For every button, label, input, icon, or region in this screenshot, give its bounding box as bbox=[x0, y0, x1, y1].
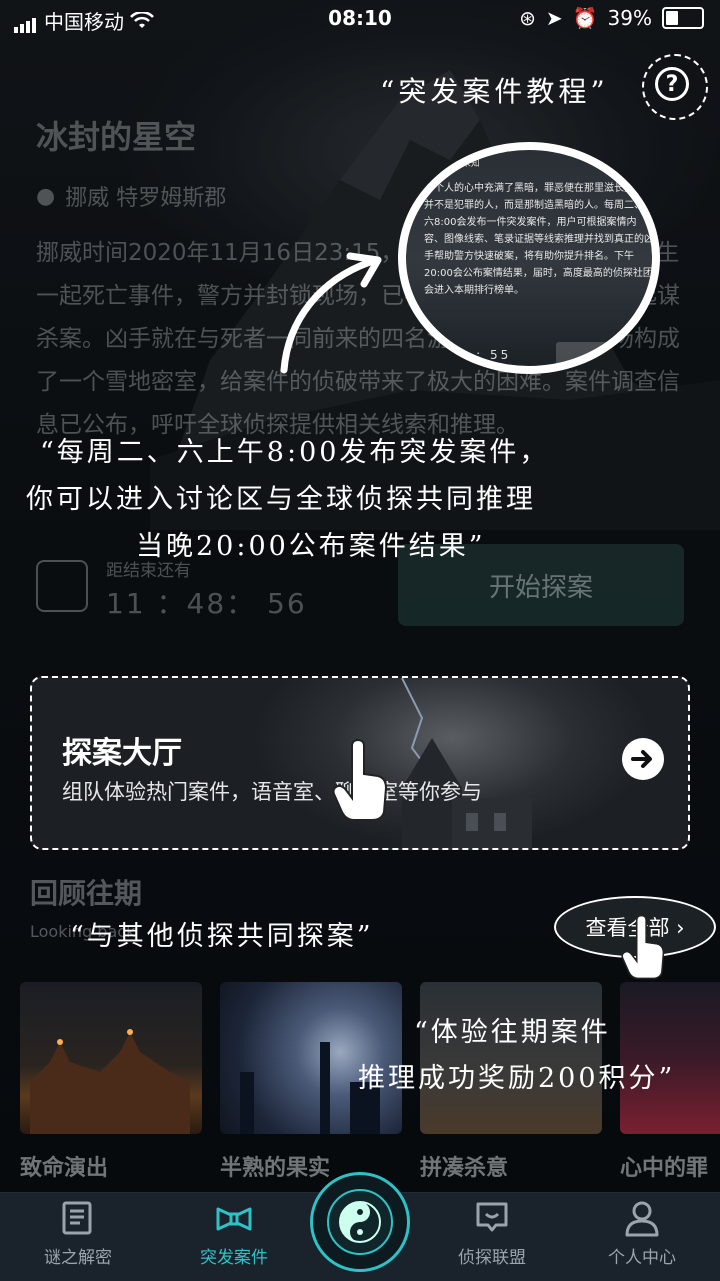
tap-hand-icon-small bbox=[621, 914, 665, 980]
bowtie-icon bbox=[216, 1207, 252, 1231]
yinyang-icon bbox=[327, 1189, 393, 1255]
magnified-meta: 2020 未知 bbox=[436, 159, 480, 169]
person-icon bbox=[625, 1201, 659, 1237]
document-icon bbox=[62, 1201, 92, 1235]
magnified-text: 一个人的心中充满了黑暗，罪恶便在那里滋长蔓延，并不是犯罪的人，而是那制造黑暗的人… bbox=[424, 183, 654, 296]
past-case-label: 致命演出 bbox=[20, 1156, 109, 1181]
countdown-time: 11 ：48： 56 bbox=[106, 587, 307, 620]
clock-icon bbox=[36, 560, 88, 612]
past-case-label: 半熟的果实 bbox=[220, 1156, 331, 1181]
nav-label-puzzle: 谜之解密 bbox=[44, 1248, 112, 1268]
past-case-label: 心中的罪 bbox=[620, 1156, 709, 1181]
center-yinyang-button[interactable] bbox=[310, 1172, 410, 1272]
tutorial-line-2: 你可以进入讨论区与全球侦探共同推理 bbox=[26, 484, 536, 515]
nav-item-alliance[interactable]: 侦探联盟 bbox=[420, 1196, 564, 1276]
case-location-text: 挪威 特罗姆斯郡 bbox=[65, 186, 227, 211]
tutorial-line-1: “每周二、六上午8:00发布突发案件， bbox=[40, 437, 550, 468]
nav-label-alliance: 侦探联盟 bbox=[458, 1248, 526, 1268]
past-tutorial-hint-2: 推理成功奖励200积分” bbox=[358, 1063, 676, 1094]
status-bar: 中国移动 08:10 ⊛ ➤ ⏰ 39% bbox=[0, 0, 720, 38]
past-section-title: 回顾往期 bbox=[30, 877, 143, 910]
nav-item-profile[interactable]: 个人中心 bbox=[570, 1196, 714, 1276]
alarm-icon: ⏰ bbox=[572, 6, 598, 30]
magnified-time: 49 : 55 bbox=[448, 348, 512, 362]
hall-subtitle: 组队体验热门案件，语音室、聊天室等你参与 bbox=[62, 780, 482, 804]
arrow-right-icon[interactable] bbox=[622, 738, 664, 780]
past-tutorial-hint-1: “体验往期案件 bbox=[414, 1017, 611, 1048]
help-icon[interactable]: ? bbox=[655, 67, 689, 101]
case-location: ● 挪威 特罗姆斯郡 bbox=[36, 180, 226, 212]
battery-percent: 39% bbox=[607, 6, 652, 30]
hall-tutorial-hint: “与其他侦探共同探案” bbox=[70, 921, 374, 952]
nav-label-breaking-case: 突发案件 bbox=[200, 1248, 268, 1268]
tap-hand-icon bbox=[332, 738, 388, 821]
location-icon: ➤ bbox=[545, 6, 563, 30]
magnified-preview: 2020 未知 一个人的心中充满了黑暗，罪恶便在那里滋长蔓延，并不是犯罪的人，而… bbox=[398, 142, 660, 374]
hall-title: 探案大厅 bbox=[62, 736, 182, 771]
case-title: 冰封的星空 bbox=[36, 118, 197, 156]
chat-icon bbox=[476, 1202, 508, 1232]
tutorial-line-3: 当晚20:00公布案件结果” bbox=[136, 531, 486, 562]
tutorial-title: “突发案件教程” bbox=[380, 75, 609, 108]
location-pin-icon: ● bbox=[36, 183, 56, 209]
battery-icon bbox=[662, 7, 704, 29]
rotation-lock-icon: ⊛ bbox=[519, 6, 536, 30]
nav-item-breaking-case[interactable]: 突发案件 bbox=[162, 1196, 306, 1276]
nav-item-puzzle[interactable]: 谜之解密 bbox=[6, 1196, 150, 1276]
past-case-label: 拼凑杀意 bbox=[420, 1156, 509, 1181]
pointer-arrow-icon bbox=[280, 252, 382, 374]
past-case-thumbnail[interactable] bbox=[20, 982, 202, 1134]
nav-label-profile: 个人中心 bbox=[608, 1248, 676, 1268]
